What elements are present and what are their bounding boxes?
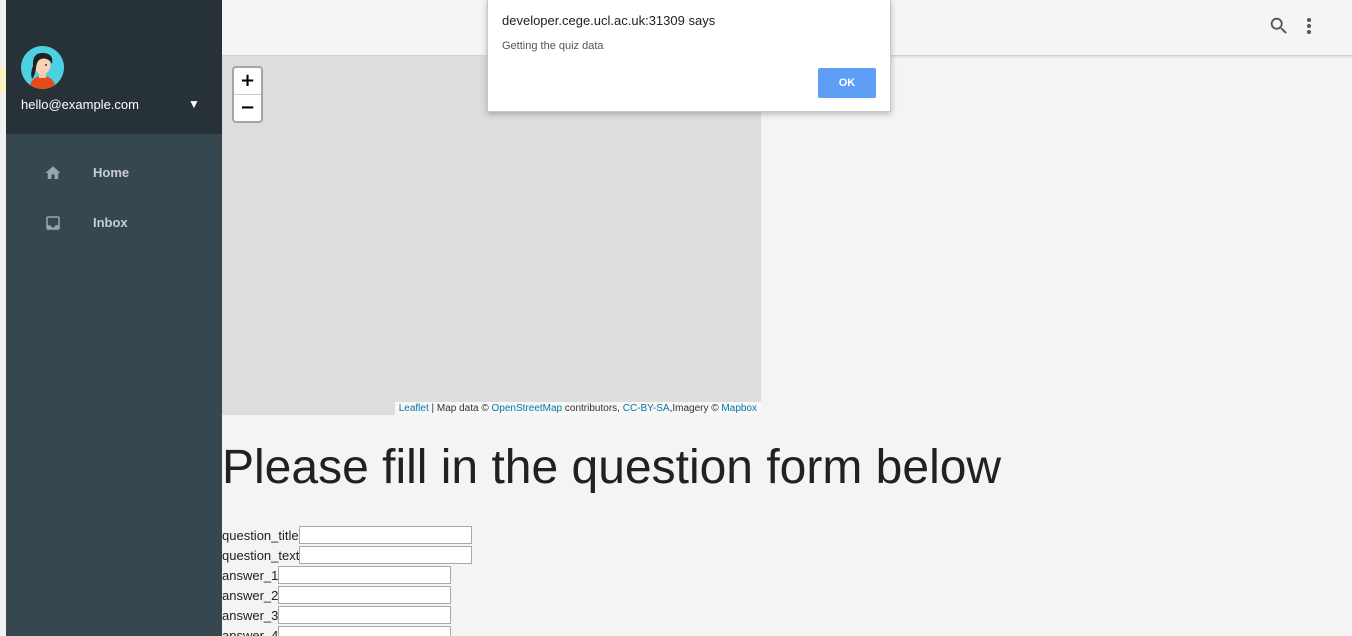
page: hello@example.com ▼ Home Inbox + − Leafl…: [0, 0, 1352, 636]
drawer-item-home[interactable]: Home: [6, 153, 222, 193]
avatar[interactable]: [21, 46, 64, 89]
alert-dialog: developer.cege.ucl.ac.uk:31309 says Gett…: [487, 0, 891, 112]
zoom-in-button[interactable]: +: [234, 68, 261, 95]
question-form: question_title question_text answer_1 an…: [222, 525, 473, 636]
map-attribution: Leaflet | Map data © OpenStreetMap contr…: [394, 402, 761, 415]
form-row: question_text: [222, 545, 473, 565]
question-text-input[interactable]: [299, 546, 473, 564]
field-label: question_text: [222, 547, 300, 563]
attribution-text: | Map data ©: [428, 403, 492, 414]
drawer-header: hello@example.com ▼: [6, 0, 222, 134]
drawer-item-inbox[interactable]: Inbox: [6, 203, 222, 243]
form-row: answer_3: [222, 605, 472, 625]
avatar-icon: [21, 46, 64, 89]
home-icon: [44, 164, 62, 182]
field-label: answer_4: [222, 627, 279, 636]
openstreetmap-link[interactable]: OpenStreetMap: [492, 403, 563, 414]
field-label: question_title: [222, 527, 299, 543]
attribution-text: ,Imagery ©: [669, 403, 722, 414]
question-title-input[interactable]: [298, 526, 472, 544]
more-vert-icon[interactable]: [1302, 15, 1316, 37]
form-row: question_title: [222, 525, 472, 545]
field-label: answer_1: [222, 567, 279, 583]
mapbox-link[interactable]: Mapbox: [721, 403, 757, 414]
drawer-item-label: Inbox: [93, 215, 128, 230]
answer-1-input[interactable]: [278, 566, 452, 584]
caret-down-icon[interactable]: ▼: [188, 97, 200, 111]
search-icon[interactable]: [1268, 15, 1290, 37]
dialog-title: developer.cege.ucl.ac.uk:31309 says: [502, 13, 716, 28]
form-row: answer_2: [222, 585, 472, 605]
ok-button[interactable]: OK: [818, 68, 876, 98]
attribution-text: contributors,: [562, 403, 623, 414]
zoom-control: + −: [232, 66, 263, 123]
drawer-item-label: Home: [93, 165, 130, 180]
navigation-drawer: hello@example.com ▼ Home Inbox: [6, 0, 222, 636]
account-email: hello@example.com: [21, 97, 139, 112]
page-title: Please fill in the question form below: [222, 441, 1002, 494]
form-row: answer_4: [222, 625, 472, 636]
license-link[interactable]: CC-BY-SA: [623, 403, 670, 414]
field-label: answer_2: [222, 587, 279, 603]
leaflet-link[interactable]: Leaflet: [399, 403, 429, 414]
answer-3-input[interactable]: [278, 606, 452, 624]
dialog-message: Getting the quiz data: [502, 40, 604, 52]
inbox-icon: [44, 214, 62, 232]
form-row: answer_1: [222, 565, 472, 585]
answer-2-input[interactable]: [278, 586, 452, 604]
field-label: answer_3: [222, 607, 279, 623]
zoom-out-button[interactable]: −: [234, 95, 261, 121]
answer-4-input[interactable]: [278, 626, 452, 636]
